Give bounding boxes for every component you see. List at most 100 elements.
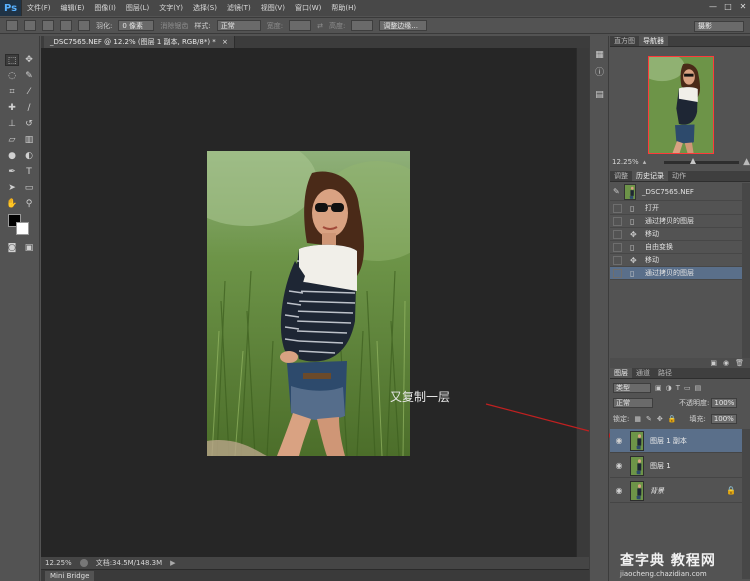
quick-mask-icon[interactable]: ◙ — [5, 242, 19, 254]
background-color-swatch[interactable] — [16, 222, 29, 235]
zoom-in-icon[interactable]: ▲ — [743, 157, 750, 167]
menu-file[interactable]: 文件(F) — [22, 3, 56, 13]
menu-window[interactable]: 窗口(W) — [290, 3, 326, 13]
status-arrow-icon[interactable]: ▶ — [170, 559, 175, 567]
close-button[interactable]: ✕ — [736, 0, 750, 12]
snapshot-camera-icon[interactable]: ◉ — [723, 359, 729, 367]
lock-pixels-icon[interactable]: ✎ — [646, 415, 652, 423]
menu-select[interactable]: 选择(S) — [188, 3, 222, 13]
dodge-tool-icon[interactable]: ◐ — [22, 150, 36, 162]
eyedropper-tool-icon[interactable]: ⁄ — [22, 86, 36, 98]
lock-transparency-icon[interactable]: ▦ — [634, 415, 641, 423]
status-menu-icon[interactable] — [79, 559, 88, 567]
layer-name[interactable]: 图层 1 副本 — [650, 436, 687, 446]
fill-input[interactable]: 100% — [710, 414, 737, 424]
hand-tool-icon[interactable]: ✋ — [5, 198, 19, 210]
properties-panel-icon[interactable]: ▤ — [594, 90, 605, 101]
height-input[interactable] — [351, 20, 374, 31]
history-item[interactable]: ▯ 通过拷贝的图层 — [610, 215, 742, 228]
layer-filter-select[interactable]: 类型 — [613, 383, 651, 393]
document-vertical-scrollbar[interactable] — [576, 48, 589, 557]
marquee-tool-icon[interactable]: ⬚ — [5, 54, 19, 66]
eye-icon[interactable]: ◉ — [613, 486, 625, 496]
zoom-tool-icon[interactable]: ⚲ — [22, 198, 36, 210]
history-source-box[interactable] — [613, 255, 622, 265]
style-select[interactable]: 正常 — [216, 20, 261, 31]
brush-tool-icon[interactable]: ∕ — [22, 102, 36, 114]
opacity-input[interactable]: 100% — [711, 398, 738, 408]
tab-adjustments[interactable]: 调整 — [610, 171, 632, 181]
filter-pixel-icon[interactable]: ▣ — [655, 384, 662, 392]
tab-histogram[interactable]: 直方图 — [610, 36, 639, 46]
eye-icon[interactable]: ◉ — [613, 436, 625, 446]
navigator-thumbnail[interactable] — [648, 56, 714, 154]
add-selection-icon[interactable] — [42, 20, 54, 31]
menu-edit[interactable]: 编辑(E) — [56, 3, 90, 13]
history-scrollbar[interactable] — [742, 183, 750, 358]
menu-help[interactable]: 帮助(H) — [326, 3, 361, 13]
layer-name[interactable]: 图层 1 — [650, 461, 671, 471]
filter-adjust-icon[interactable]: ◑ — [666, 384, 672, 392]
history-source-box[interactable] — [613, 229, 622, 239]
tab-layers[interactable]: 图层 — [610, 368, 632, 378]
layer-name[interactable]: 背景 — [650, 486, 664, 496]
layer-row[interactable]: ◉ 图层 1 — [610, 454, 742, 478]
gradient-tool-icon[interactable]: ▥ — [22, 134, 36, 146]
history-item[interactable]: ✥ 移动 — [610, 254, 742, 267]
delete-state-icon[interactable]: 🗑 — [735, 359, 744, 367]
info-panel-icon[interactable]: ⓘ — [594, 68, 605, 79]
rectangle-tool-icon[interactable]: ▭ — [22, 182, 36, 194]
healing-brush-tool-icon[interactable]: ✚ — [5, 102, 19, 114]
pen-tool-icon[interactable]: ✒ — [5, 166, 19, 178]
tab-channels[interactable]: 通道 — [632, 368, 654, 378]
blur-tool-icon[interactable]: ● — [5, 150, 19, 162]
tab-navigator[interactable]: 导航器 — [639, 36, 668, 46]
tab-actions[interactable]: 动作 — [668, 171, 690, 181]
history-item[interactable]: ✥ 移动 — [610, 228, 742, 241]
marquee-tool-preset-icon[interactable] — [6, 20, 18, 31]
history-item-selected[interactable]: ▯ 通过拷贝的图层 — [610, 267, 742, 280]
menu-layer[interactable]: 图层(L) — [121, 3, 154, 13]
new-selection-icon[interactable] — [24, 20, 36, 31]
history-source-box[interactable] — [613, 216, 622, 226]
history-item[interactable]: ▯ 自由变换 — [610, 241, 742, 254]
blend-mode-select[interactable]: 正常 — [613, 398, 653, 408]
path-select-tool-icon[interactable]: ➤ — [5, 182, 19, 194]
quick-select-tool-icon[interactable]: ✎ — [22, 70, 36, 82]
maximize-button[interactable]: □ — [721, 0, 735, 12]
history-item[interactable]: ▯ 打开 — [610, 202, 742, 215]
move-tool-icon[interactable]: ✥ — [22, 54, 36, 66]
lock-all-icon[interactable]: 🔒 — [668, 415, 677, 423]
menu-view[interactable]: 视图(V) — [256, 3, 290, 13]
history-snapshot[interactable]: ✎ _DSC7565.NEF — [610, 183, 742, 201]
layer-row-selected[interactable]: ◉ 图层 1 副本 — [610, 429, 742, 453]
type-tool-icon[interactable]: T — [22, 166, 36, 178]
tab-paths[interactable]: 路径 — [654, 368, 676, 378]
new-document-from-state-icon[interactable]: ▣ — [710, 359, 717, 367]
clone-stamp-tool-icon[interactable]: ⊥ — [5, 118, 19, 130]
zoom-out-icon[interactable]: ▴ — [643, 158, 647, 166]
feather-input[interactable]: 0 像素 — [118, 20, 155, 31]
tab-history[interactable]: 历史记录 — [632, 171, 668, 181]
histogram-panel-icon[interactable]: ▦ — [594, 50, 605, 61]
filter-shape-icon[interactable]: ▭ — [684, 384, 691, 392]
menu-image[interactable]: 图像(I) — [89, 3, 121, 13]
filter-type-icon[interactable]: T — [676, 384, 680, 392]
menu-filter[interactable]: 滤镜(T) — [222, 3, 256, 13]
document-photo[interactable] — [207, 151, 410, 456]
document-tab-close-icon[interactable]: × — [222, 38, 228, 46]
swap-icon[interactable]: ⇄ — [317, 22, 323, 30]
minimize-button[interactable]: — — [706, 0, 720, 12]
layer-row-background[interactable]: ◉ 背景 🔒 — [610, 479, 742, 503]
document-tab[interactable]: _DSC7565.NEF @ 12.2% (图层 1 副本, RGB/8*) *… — [44, 36, 235, 48]
width-input[interactable] — [289, 20, 312, 31]
workspace-select[interactable]: 摄影 — [694, 21, 744, 32]
screen-mode-icon[interactable]: ▣ — [22, 242, 36, 254]
navigator-zoom-slider-knob[interactable] — [690, 157, 697, 164]
subtract-selection-icon[interactable] — [60, 20, 72, 31]
refine-edge-button[interactable]: 调整边缘... — [379, 20, 428, 31]
lasso-tool-icon[interactable]: ◌ — [5, 70, 19, 82]
history-source-box[interactable] — [613, 242, 622, 252]
filter-smart-icon[interactable]: ▤ — [695, 384, 702, 392]
zoom-level[interactable]: 12.25% — [45, 559, 72, 567]
